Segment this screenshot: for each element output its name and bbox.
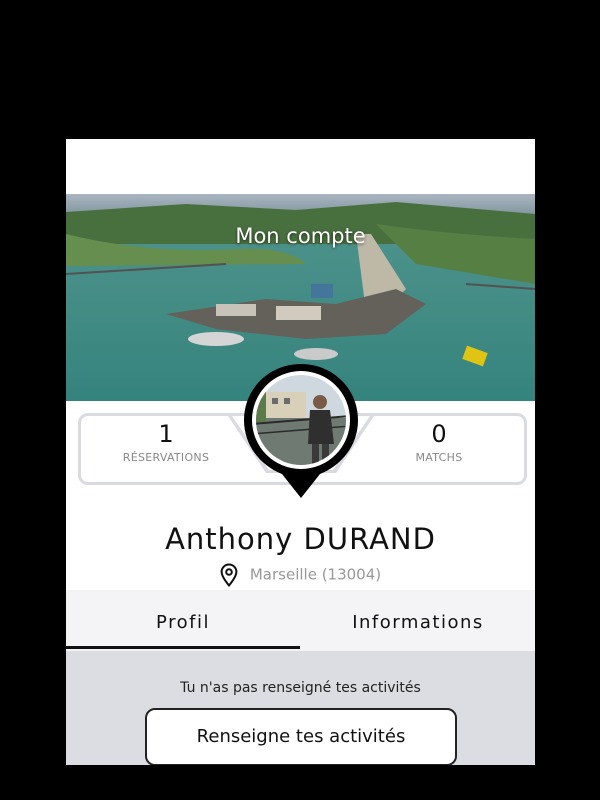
profile-content: Tu n'as pas renseigné tes activités Rens… xyxy=(66,651,535,765)
avatar[interactable] xyxy=(242,362,360,502)
location-text: Marseille (13004) xyxy=(249,565,382,584)
stat-matchs[interactable]: 0 MATCHS xyxy=(364,420,514,464)
reservations-count: 1 xyxy=(158,420,174,448)
fill-activities-button[interactable]: Renseigne tes activités xyxy=(145,708,457,765)
mobile-screen: Mon compte 1 RÉSERVATIONS 0 MATCHS Antho… xyxy=(66,139,535,765)
profile-name: Anthony DURAND xyxy=(165,522,436,556)
tab-profil[interactable]: Profil xyxy=(66,612,300,633)
active-tab-indicator xyxy=(66,646,300,649)
profile-location: Marseille (13004) xyxy=(66,563,535,588)
tab-informations[interactable]: Informations xyxy=(301,612,535,633)
top-bar xyxy=(66,139,535,194)
matchs-label: MATCHS xyxy=(415,451,463,464)
stat-reservations[interactable]: 1 RÉSERVATIONS xyxy=(91,420,241,464)
page-title: Mon compte xyxy=(235,224,366,248)
reservations-label: RÉSERVATIONS xyxy=(122,451,210,464)
matchs-count: 0 xyxy=(431,420,447,448)
profile-tabs: Profil Informations xyxy=(66,590,535,651)
empty-activities-message: Tu n'as pas renseigné tes activités xyxy=(180,680,421,696)
location-pin-icon xyxy=(220,563,238,588)
